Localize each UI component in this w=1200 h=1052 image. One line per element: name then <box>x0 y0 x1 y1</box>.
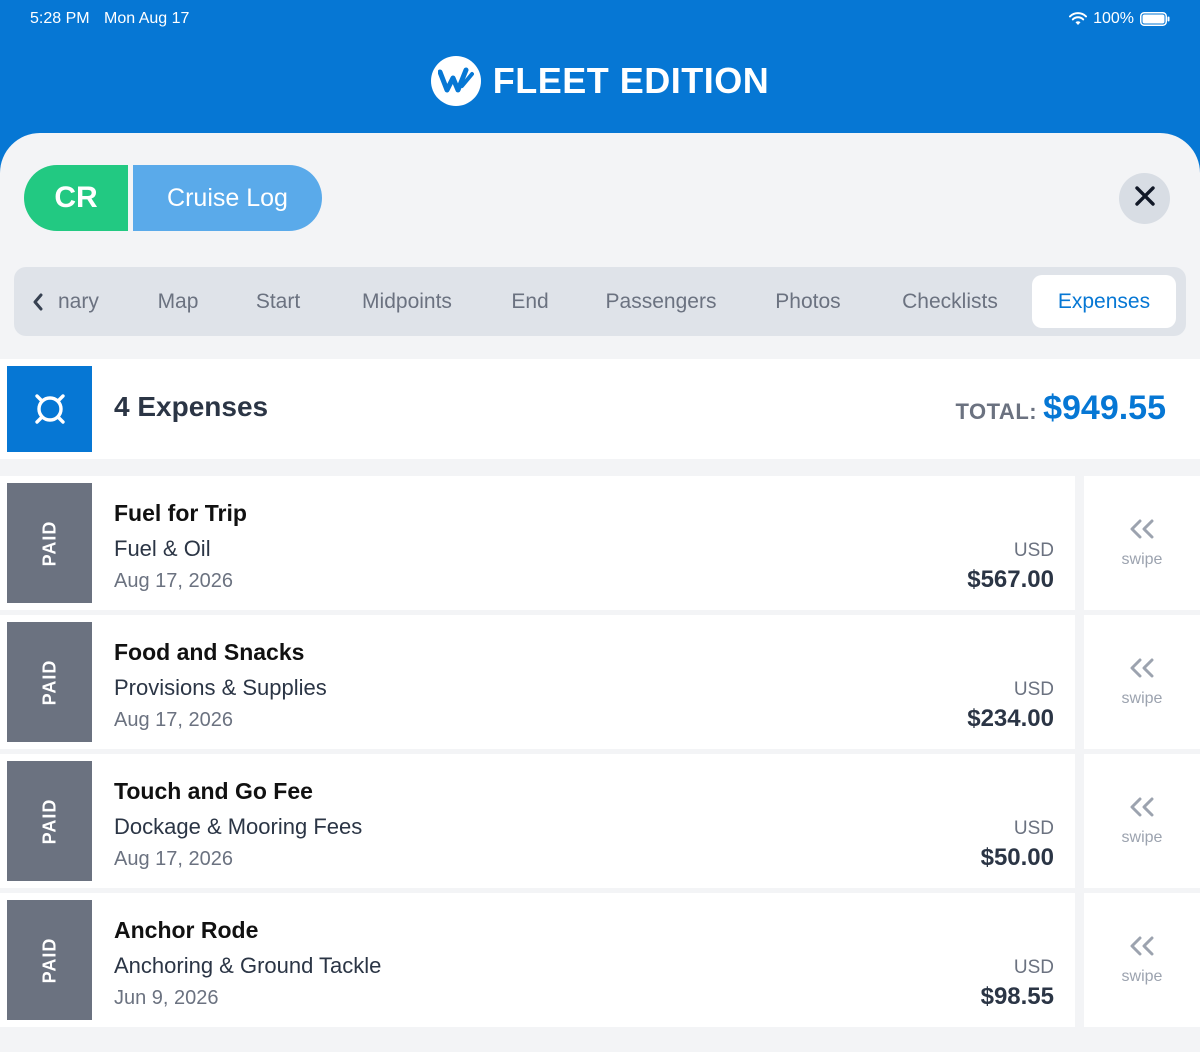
wifi-icon <box>1069 12 1088 26</box>
expense-category: Provisions & Supplies <box>114 675 327 700</box>
brand-logo-icon <box>430 56 481 106</box>
expense-amount: $234.00 <box>967 705 1054 732</box>
double-chevron-left-icon <box>1128 796 1156 823</box>
expense-count: 4 Expenses <box>114 391 269 422</box>
status-indicators: 100% <box>1069 10 1170 28</box>
expense-category: Anchoring & Ground Tackle <box>114 953 382 978</box>
double-chevron-left-icon <box>1128 935 1156 962</box>
expense-currency: USD <box>1013 957 1054 978</box>
expense-date: Jun 9, 2026 <box>114 987 219 1009</box>
tab-start[interactable]: Start <box>240 275 316 328</box>
expense-row[interactable]: PAID Fuel for Trip Fuel & Oil Aug 17, 20… <box>0 476 1200 610</box>
status-date: Mon Aug 17 <box>104 10 190 27</box>
expense-amount: $567.00 <box>967 566 1054 593</box>
expense-row[interactable]: PAID Food and Snacks Provisions & Suppli… <box>0 615 1200 749</box>
close-icon <box>1134 185 1156 212</box>
brand-header: FLEET EDITION <box>0 55 1200 107</box>
brand-title: FLEET EDITION <box>492 60 770 101</box>
expense-row[interactable]: PAID Anchor Rode Anchoring & Ground Tack… <box>0 893 1200 1027</box>
tab-photos[interactable]: Photos <box>760 275 856 328</box>
tab-expenses[interactable]: Expenses <box>1032 275 1176 328</box>
status-bar: 5:28 PM Mon Aug 17 100% <box>0 0 1200 40</box>
tab-passengers[interactable]: Passengers <box>590 275 732 328</box>
status-time: 5:28 PM <box>30 10 90 27</box>
expense-amount: $50.00 <box>980 844 1054 871</box>
tab-map[interactable]: Map <box>144 275 212 328</box>
swipe-label: swipe <box>1121 550 1163 568</box>
expense-date: Aug 17, 2026 <box>114 848 233 870</box>
status-badge: PAID <box>7 483 92 603</box>
log-code: CR <box>24 165 128 231</box>
expense-total: TOTAL: $949.55 <box>955 389 1166 428</box>
status-badge: PAID <box>7 622 92 742</box>
status-badge: PAID <box>7 900 92 1020</box>
swipe-label: swipe <box>1121 689 1163 707</box>
close-button[interactable] <box>1119 173 1170 224</box>
expense-title: Fuel for Trip <box>114 500 247 526</box>
swipe-label: swipe <box>1121 828 1163 846</box>
expense-category: Fuel & Oil <box>114 536 211 561</box>
expenses-summary: 4 Expenses TOTAL: $949.55 <box>0 359 1200 459</box>
swipe-handle[interactable]: swipe <box>1084 893 1200 1027</box>
currency-icon <box>7 366 92 452</box>
status-label: PAID <box>38 937 59 983</box>
expense-currency: USD <box>1013 540 1054 561</box>
expense-card[interactable]: PAID Fuel for Trip Fuel & Oil Aug 17, 20… <box>0 476 1075 610</box>
double-chevron-left-icon <box>1128 657 1156 684</box>
swipe-handle[interactable]: swipe <box>1084 754 1200 888</box>
status-label: PAID <box>38 659 59 705</box>
expense-amount: $98.55 <box>980 983 1054 1010</box>
expense-date: Aug 17, 2026 <box>114 709 233 731</box>
log-name: Cruise Log <box>133 165 322 231</box>
expense-row[interactable]: PAID Touch and Go Fee Dockage & Mooring … <box>0 754 1200 888</box>
status-badge: PAID <box>7 761 92 881</box>
log-pill[interactable]: CR Cruise Log <box>24 165 322 231</box>
expense-title: Anchor Rode <box>114 917 259 943</box>
main-sheet: CR Cruise Log nary Map Start Midpoints E… <box>0 133 1200 1052</box>
battery-percent: 100% <box>1093 10 1134 27</box>
expense-title: Food and Snacks <box>114 639 305 665</box>
total-label: TOTAL: <box>955 399 1038 424</box>
expense-card[interactable]: PAID Food and Snacks Provisions & Suppli… <box>0 615 1075 749</box>
tab-checklists[interactable]: Checklists <box>884 275 1016 328</box>
tab-bar: nary Map Start Midpoints End Passengers … <box>14 267 1186 336</box>
status-label: PAID <box>38 520 59 566</box>
expense-currency: USD <box>1013 818 1054 839</box>
expense-card[interactable]: PAID Touch and Go Fee Dockage & Mooring … <box>0 754 1075 888</box>
expense-currency: USD <box>1013 679 1054 700</box>
expense-category: Dockage & Mooring Fees <box>114 814 363 839</box>
tab-end[interactable]: End <box>498 275 562 328</box>
chevron-left-icon[interactable] <box>26 267 50 336</box>
swipe-handle[interactable]: swipe <box>1084 476 1200 610</box>
expense-title: Touch and Go Fee <box>114 778 313 804</box>
total-value: $949.55 <box>1043 389 1166 427</box>
tab-midpoints[interactable]: Midpoints <box>344 275 470 328</box>
battery-icon <box>1140 12 1170 26</box>
tab-itinerary[interactable]: nary <box>58 275 108 328</box>
double-chevron-left-icon <box>1128 518 1156 545</box>
swipe-handle[interactable]: swipe <box>1084 615 1200 749</box>
status-label: PAID <box>38 798 59 844</box>
swipe-label: swipe <box>1121 967 1163 985</box>
expense-card[interactable]: PAID Anchor Rode Anchoring & Ground Tack… <box>0 893 1075 1027</box>
expense-date: Aug 17, 2026 <box>114 570 233 592</box>
